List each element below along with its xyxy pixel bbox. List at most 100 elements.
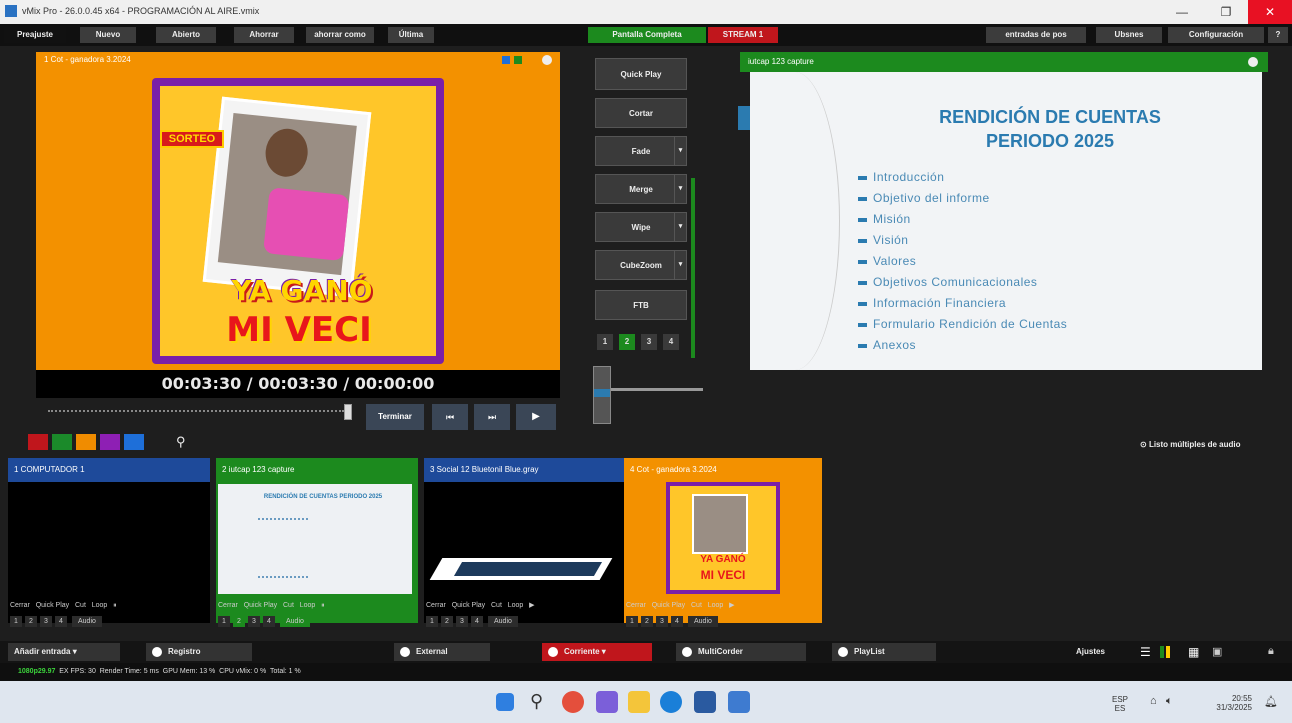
transition-number-4[interactable]: 4: [663, 334, 679, 350]
overlay-2-button[interactable]: 2: [233, 616, 245, 627]
play-icon[interactable]: ▶: [529, 602, 534, 609]
cubezoom-button[interactable]: CubeZoom ▾: [595, 250, 687, 280]
quick-play-input-button[interactable]: Quick Play: [452, 602, 485, 609]
skip-forward-button[interactable]: ⏭: [474, 404, 510, 430]
close-input-button[interactable]: Cerrar: [218, 602, 238, 609]
multicorder-button[interactable]: MultiCorder: [676, 643, 806, 661]
layout-bar-icon[interactable]: [1166, 646, 1170, 658]
menu-help[interactable]: ?: [1268, 27, 1288, 43]
fade-button[interactable]: Fade ▾: [595, 136, 687, 166]
overlay-3-button[interactable]: 3: [40, 616, 52, 627]
overlay-4-button[interactable]: 4: [671, 616, 683, 627]
close-input-button[interactable]: Cerrar: [426, 602, 446, 609]
overlay-4-button[interactable]: 4: [263, 616, 275, 627]
preview-seek-bar[interactable]: [48, 410, 344, 412]
gear-icon[interactable]: [152, 646, 162, 657]
add-input-button[interactable]: Añadir entrada ▾: [8, 643, 120, 661]
start-icon[interactable]: [496, 693, 514, 711]
play-terminate-button[interactable]: Terminar: [366, 404, 424, 430]
gear-icon[interactable]: [548, 646, 558, 657]
search-icon[interactable]: ⚲: [176, 434, 186, 450]
menu-web[interactable]: Ubsnes: [1096, 27, 1162, 43]
file-explorer-icon[interactable]: [628, 691, 650, 713]
notification-icon[interactable]: 🔔︎: [1264, 695, 1278, 708]
transition-number-3[interactable]: 3: [641, 334, 657, 350]
chevron-down-icon[interactable]: ▾: [674, 251, 686, 279]
lock-icon[interactable]: 🔒︎: [1268, 645, 1274, 658]
play-icon[interactable]: ▶: [729, 602, 734, 609]
overlay-2-button[interactable]: 2: [441, 616, 453, 627]
quick-play-button[interactable]: Quick Play: [595, 58, 687, 90]
maximize-button[interactable]: ❐: [1204, 0, 1248, 24]
cut-input-button[interactable]: Cut: [283, 602, 294, 609]
cut-input-button[interactable]: Cut: [691, 602, 702, 609]
color-filter-blue[interactable]: [124, 434, 144, 450]
clock[interactable]: 20:55 31/3/2025: [1200, 694, 1252, 712]
list-view-icon[interactable]: ☰: [1140, 645, 1151, 659]
gear-icon[interactable]: [400, 646, 410, 657]
menu-save[interactable]: Ahorrar: [234, 27, 294, 43]
chrome-icon[interactable]: [562, 691, 584, 713]
menu-settings[interactable]: Configuración: [1168, 27, 1264, 43]
app-icon[interactable]: [596, 691, 618, 713]
menu-input-positions[interactable]: entradas de pos: [986, 27, 1086, 43]
overlay-4-button[interactable]: 4: [471, 616, 483, 627]
input-tile-4[interactable]: 4 Cot - ganadora 3.2024 YA GANÓ MI VECI: [624, 458, 822, 623]
volume-icon[interactable]: 🔈︎: [1166, 695, 1173, 708]
store-icon[interactable]: [694, 691, 716, 713]
input-tile-2[interactable]: 2 iutcap 123 capture RENDICIÓN DE CUENTA…: [216, 458, 418, 623]
layout-bar-icon[interactable]: [1160, 646, 1164, 658]
record-button[interactable]: Registro: [146, 643, 252, 661]
menu-new[interactable]: Nuevo: [80, 27, 136, 43]
audio-button[interactable]: Audio: [487, 616, 518, 627]
pause-icon[interactable]: ⏸: [113, 602, 117, 609]
search-icon[interactable]: ⚲: [530, 691, 552, 713]
gear-icon[interactable]: [1248, 57, 1258, 67]
audio-button[interactable]: Audio: [687, 616, 718, 627]
merge-button[interactable]: Merge ▾: [595, 174, 687, 204]
color-filter-green[interactable]: [52, 434, 72, 450]
stream-status-badge[interactable]: STREAM 1: [708, 27, 778, 43]
quick-play-input-button[interactable]: Quick Play: [652, 602, 685, 609]
gear-icon[interactable]: [542, 55, 552, 65]
close-input-button[interactable]: Cerrar: [626, 602, 646, 609]
menu-save-as[interactable]: ahorrar como: [306, 27, 374, 43]
skip-back-button[interactable]: ⏮: [432, 404, 468, 430]
minimize-button[interactable]: —: [1160, 0, 1204, 24]
play-button[interactable]: ▶: [516, 404, 556, 430]
overlay-1-button[interactable]: 1: [426, 616, 438, 627]
overlay-1-button[interactable]: 1: [626, 616, 638, 627]
color-filter-purple[interactable]: [100, 434, 120, 450]
color-filter-red[interactable]: [28, 434, 48, 450]
overlay-2-button[interactable]: 2: [641, 616, 653, 627]
audio-mixer-label[interactable]: ⊙ Listo múltiples de audio: [1140, 440, 1241, 449]
quick-play-input-button[interactable]: Quick Play: [36, 602, 69, 609]
edge-icon[interactable]: [660, 691, 682, 713]
wipe-button[interactable]: Wipe ▾: [595, 212, 687, 242]
overlay-3-button[interactable]: 3: [456, 616, 468, 627]
preview-panel[interactable]: 1 Cot - ganadora 3.2024 SORTEO YA GANÓ M…: [36, 52, 560, 370]
fullscreen-output-button[interactable]: Pantalla Completa: [588, 27, 706, 43]
gear-icon[interactable]: [838, 646, 848, 657]
overlay-1-button[interactable]: 1: [10, 616, 22, 627]
overlay-2-button[interactable]: 2: [25, 616, 37, 627]
close-button[interactable]: ✕: [1248, 0, 1292, 24]
chevron-down-icon[interactable]: ▾: [674, 175, 686, 203]
overlay-3-button[interactable]: 3: [248, 616, 260, 627]
transition-number-1[interactable]: 1: [597, 334, 613, 350]
loop-input-button[interactable]: Loop: [300, 602, 316, 609]
network-icon[interactable]: ⌂: [1150, 695, 1157, 707]
overlay-1-button[interactable]: 1: [218, 616, 230, 627]
chevron-down-icon[interactable]: ▾: [674, 137, 686, 165]
close-input-button[interactable]: Cerrar: [10, 602, 30, 609]
audio-button[interactable]: Audio: [279, 616, 310, 627]
cut-input-button[interactable]: Cut: [75, 602, 86, 609]
external-button[interactable]: External: [394, 643, 490, 661]
loop-input-button[interactable]: Loop: [92, 602, 108, 609]
input-tile-1[interactable]: 1 COMPUTADOR 1: [8, 458, 210, 623]
language-indicator[interactable]: ESP ES: [1112, 695, 1128, 713]
vmix-icon[interactable]: [728, 691, 750, 713]
image-view-icon[interactable]: ▣: [1212, 645, 1222, 658]
input-tile-3[interactable]: 3 Social 12 Bluetonil Blue.gray: [424, 458, 626, 623]
menu-open[interactable]: Abierto: [156, 27, 216, 43]
